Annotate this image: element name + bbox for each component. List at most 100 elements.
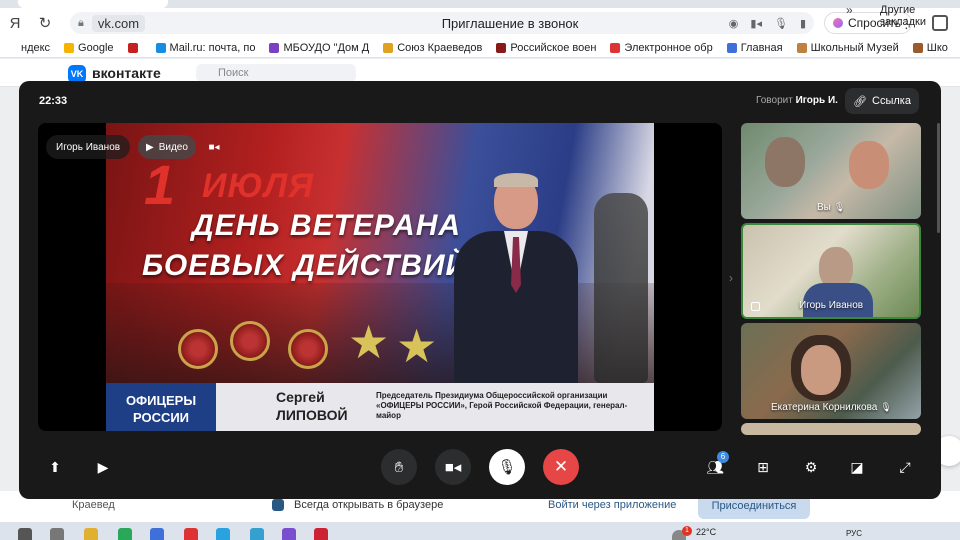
bookmark-item[interactable]: Главная	[720, 42, 790, 54]
gear-icon: ⚙︎	[804, 458, 818, 475]
bookmark-label: Google	[78, 41, 114, 54]
lock-icon: 🔒︎	[78, 16, 84, 29]
camera-button[interactable]: ■◂	[435, 449, 471, 485]
broadcast-frame: 1 ИЮЛЯ ДЕНЬ ВЕТЕРАНА БОЕВЫХ ДЕЙСТВИЙ ★ ★	[106, 123, 654, 431]
speaker-info: Сергей ЛИПОВОЙ Председатель Президиума О…	[216, 383, 654, 431]
participant-tile[interactable]: Екатерина Корнилкова 🎙︎	[741, 323, 921, 419]
location-icon[interactable]: ◉	[729, 17, 739, 30]
bookmark-icon[interactable]: ▮	[800, 17, 806, 30]
bookmark-label: Шко	[926, 41, 948, 54]
mic-off-icon: 🎙︎	[497, 459, 517, 476]
powerpoint-icon[interactable]	[314, 528, 328, 540]
explorer-icon[interactable]	[84, 528, 98, 540]
star-icon: ★	[348, 316, 390, 368]
speaker-last-name: ЛИПОВОЙ	[276, 407, 348, 423]
reload-icon[interactable]: ↻	[30, 8, 60, 38]
fullscreen-button[interactable]: ⤢	[891, 449, 919, 485]
search-icon[interactable]	[18, 528, 32, 540]
bookmark-item[interactable]: Шко	[906, 42, 955, 54]
bookmarks-bar: ндекс Google Mail.ru: почта, по МБОУДО "Дом…	[0, 38, 960, 58]
video-icon	[751, 302, 760, 311]
bookmarks-more[interactable]: »	[846, 3, 853, 17]
participant-tile[interactable]: Вы 🎙︎	[741, 123, 921, 219]
video-label: Видео	[158, 141, 188, 153]
app-icon[interactable]	[282, 528, 296, 540]
speaker-figure	[454, 173, 578, 385]
browser-icon[interactable]	[118, 528, 132, 540]
vk-brand[interactable]: вконтакте	[92, 65, 161, 81]
bookmark-item[interactable]: МБОУДО "Дом Д	[262, 42, 376, 54]
temperature[interactable]: 22°C	[696, 527, 716, 537]
participant-name: Екатерина Корнилкова	[771, 402, 878, 413]
always-open-label[interactable]: Всегда открывать в браузере	[294, 499, 443, 511]
participant-name: Вы	[817, 202, 831, 213]
share-screen-button[interactable]: ⬆︎	[41, 449, 69, 485]
participant-face	[765, 137, 805, 187]
bookmark-label: Mail.ru: почта, по	[169, 41, 256, 54]
title-line-2: БОЕВЫХ ДЕЙСТВИЙ	[142, 249, 469, 282]
address-bar[interactable]: 🔒︎ vk.com Приглашение в звонок ◉ ▮◂ 🎙︎ ▮	[70, 12, 814, 34]
bookmark-favicon-icon	[127, 42, 138, 53]
main-video[interactable]: 1 ИЮЛЯ ДЕНЬ ВЕТЕРАНА БОЕВЫХ ДЕЙСТВИЙ ★ ★	[38, 123, 722, 431]
camera-permission-icon[interactable]: ▮◂	[750, 17, 762, 30]
bookmark-favicon-icon	[610, 42, 621, 53]
skype-icon[interactable]	[250, 528, 264, 540]
copy-link-button[interactable]: 🔗︎ Ссылка	[845, 88, 919, 114]
participants-button[interactable]: 👥︎ 6	[701, 449, 729, 485]
presenter-name-pill: Игорь Иванов	[46, 135, 131, 159]
title-line-1: ДЕНЬ ВЕТЕРАНА	[192, 209, 462, 242]
hand-icon: ✋︎	[394, 458, 404, 476]
app-icon[interactable]	[150, 528, 164, 540]
mic-permission-icon[interactable]: 🎙︎	[774, 17, 788, 30]
bookmark-favicon-icon	[269, 42, 280, 53]
participant-label: Екатерина Корнилкова 🎙︎	[771, 402, 892, 413]
bookmark-item[interactable]: Школьный Музей	[790, 42, 906, 54]
microphone-button[interactable]: 🎙︎	[489, 449, 525, 485]
call-time: 22:33	[39, 95, 68, 107]
address-bar-icons: ◉ ▮◂ 🎙︎ ▮	[729, 17, 806, 30]
other-bookmarks[interactable]: Другие закладки	[880, 4, 960, 28]
participant-tile[interactable]	[741, 423, 921, 435]
video-source-pill[interactable]: ▶︎ Видео	[138, 135, 196, 159]
open-app-link[interactable]: Войти через приложение	[548, 499, 676, 511]
medal-icon	[288, 329, 328, 369]
grid-view-button[interactable]: ⊞	[749, 449, 777, 485]
bookmark-item[interactable]: Электронное обр	[603, 42, 719, 54]
bookmark-favicon-icon	[383, 42, 394, 53]
participant-tile-active[interactable]: Игорь Иванов	[741, 223, 921, 319]
participants-panel: Вы 🎙︎ Игорь Иванов Екатерина Корнилкова 🎙︎	[741, 123, 921, 435]
bookmark-item[interactable]: ндекс	[0, 42, 57, 54]
end-call-button[interactable]: ✕	[543, 449, 579, 485]
vk-search-input[interactable]: Поиск	[196, 64, 356, 82]
participants-scrollbar[interactable]	[937, 123, 940, 233]
telegram-icon[interactable]	[216, 528, 230, 540]
layout-button[interactable]: ◪	[843, 449, 871, 485]
bookmark-favicon-icon	[912, 42, 923, 53]
broadcast-button[interactable]: ▶︎	[89, 449, 117, 485]
grid-icon: ⊞	[757, 458, 769, 475]
alice-icon	[833, 18, 843, 28]
bookmark-item[interactable]: Google	[57, 42, 120, 54]
org-line-2: РОССИИ	[132, 410, 190, 425]
layout-icon: ◪	[850, 458, 864, 475]
participant-face	[801, 345, 841, 395]
active-tab[interactable]	[18, 0, 168, 8]
play-icon: ▶︎	[97, 458, 109, 475]
speaking-indicator: Говорит Игорь И.	[756, 95, 838, 106]
notification-badge: 1	[682, 526, 692, 536]
url-text[interactable]: vk.com	[91, 14, 146, 32]
bookmark-item[interactable]: Союз Краеведов	[376, 42, 489, 54]
language-indicator[interactable]: РУС	[846, 529, 862, 538]
raise-hand-button[interactable]: ✋︎	[381, 449, 417, 485]
chevron-right-icon[interactable]: ›	[729, 271, 733, 285]
bookmark-item[interactable]: Российское воен	[489, 42, 603, 54]
task-view-icon[interactable]	[50, 528, 64, 540]
speaker-hair	[494, 173, 538, 187]
yandex-browser-icon[interactable]: Я	[0, 8, 30, 38]
bookmark-item[interactable]: Mail.ru: почта, по	[149, 42, 263, 54]
always-open-checkbox[interactable]	[272, 499, 284, 511]
settings-button[interactable]: ⚙︎	[797, 449, 825, 485]
bookmark-item[interactable]	[121, 42, 149, 53]
yandex-icon[interactable]	[184, 528, 198, 540]
bookmark-favicon-icon	[7, 42, 17, 53]
